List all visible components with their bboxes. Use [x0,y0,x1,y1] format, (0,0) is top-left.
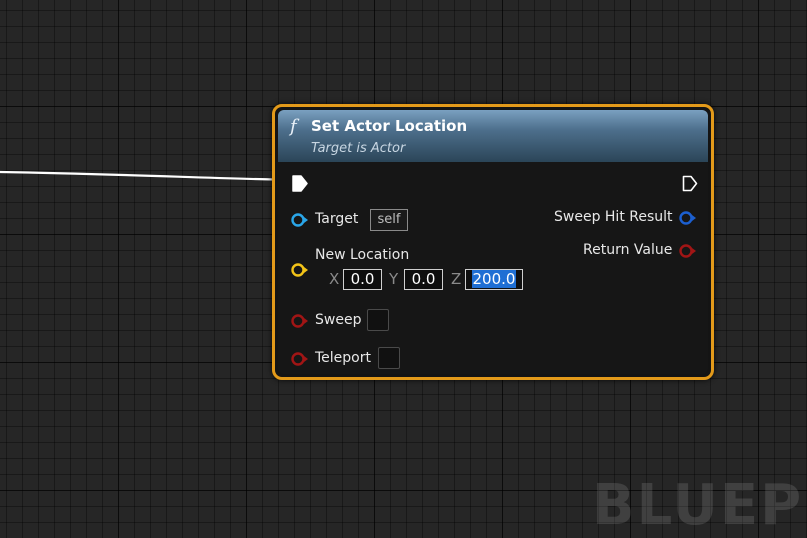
y-axis-label: Y [389,270,399,288]
return-value-label: Return Value [583,242,673,258]
teleport-checkbox[interactable] [378,347,400,369]
exec-in-pin-icon[interactable] [292,175,308,192]
sweep-label: Sweep [315,312,362,328]
target-label: Target [315,211,359,227]
z-value-field[interactable]: 200.0 [465,269,523,290]
sweep-hit-result-pin-icon[interactable] [679,210,697,226]
teleport-pin-icon[interactable] [291,351,309,367]
y-value-field[interactable]: 0.0 [404,269,443,290]
sweep-hit-result-label: Sweep Hit Result [554,209,673,225]
teleport-label: Teleport [315,350,371,366]
set-actor-location-node[interactable]: f Set Actor Location Target is Actor Tar… [272,104,714,380]
node-title: Set Actor Location [311,117,468,135]
z-axis-label: Z [451,270,462,288]
target-self-field[interactable]: self [370,209,408,231]
exec-out-pin-icon[interactable] [682,175,698,192]
node-subtitle: Target is Actor [311,141,406,156]
return-value-pin-icon[interactable] [679,243,697,259]
x-axis-label: X [329,270,340,288]
sweep-checkbox[interactable] [367,309,389,331]
target-pin-icon[interactable] [291,212,309,228]
x-value-field[interactable]: 0.0 [343,269,382,290]
z-value-text: 200.0 [471,270,517,288]
function-icon: f [290,116,297,137]
sweep-pin-icon[interactable] [291,313,309,329]
node-header[interactable]: f Set Actor Location Target is Actor [278,110,708,162]
new-location-pin-icon[interactable] [291,262,309,278]
new-location-label: New Location [315,247,410,263]
